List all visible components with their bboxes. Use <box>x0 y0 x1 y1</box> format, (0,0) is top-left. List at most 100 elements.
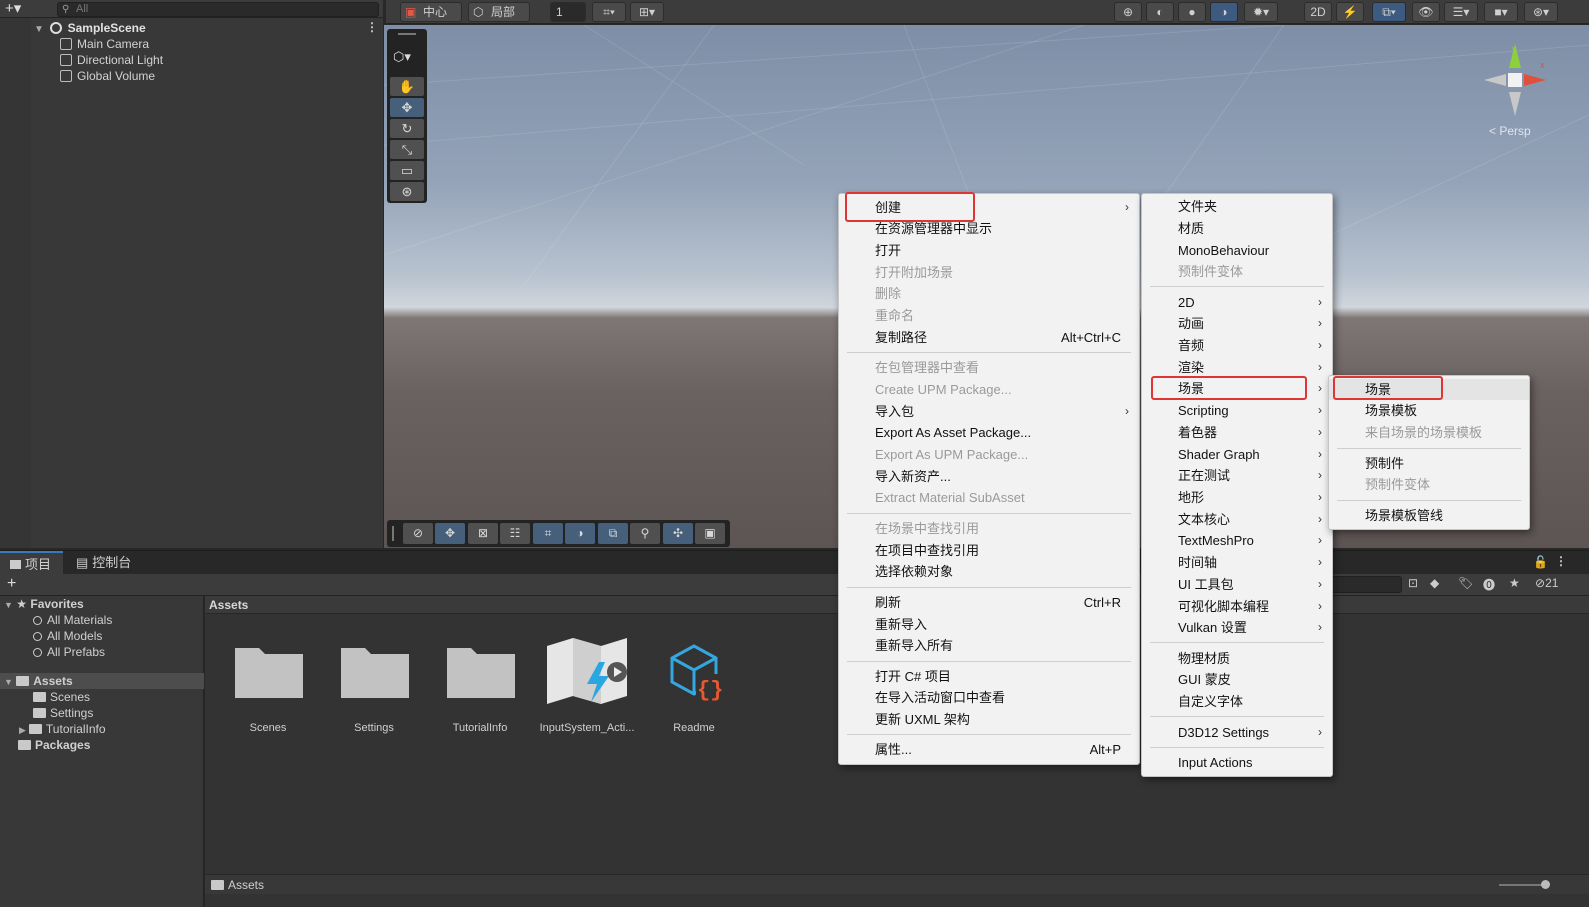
layers-stack-icon[interactable]: ⧉ <box>598 523 628 544</box>
create-item-item-18[interactable]: 可视化脚本编程 › <box>1142 596 1332 617</box>
menu-item-item-5[interactable]: 重命名 <box>839 305 1139 326</box>
filter-type-icon[interactable]: ◆ <box>1430 576 1439 590</box>
drag-handle-icon[interactable] <box>398 33 416 35</box>
create-item-item-6[interactable]: 音频 › <box>1142 335 1332 356</box>
create-item-item-3[interactable]: 预制件变体 <box>1142 261 1332 282</box>
space-dropdown[interactable]: ⬡ 局部▼ <box>468 2 530 36</box>
gizmos-icon[interactable]: ⊛▾ <box>1524 2 1558 22</box>
tab-project[interactable]: 项目 <box>0 551 64 575</box>
create-item-item-7[interactable]: 渲染 › <box>1142 357 1332 378</box>
shaded-icon[interactable]: ◑ <box>1210 2 1238 22</box>
menu-item-item-23[interactable]: 属性... Alt+P <box>839 739 1139 760</box>
create-item-item-20[interactable]: 物理材质 <box>1142 648 1332 669</box>
menu-item-export-as-upm-package[interactable]: Export As UPM Package... <box>839 444 1139 465</box>
menu-item-item-9[interactable]: 导入包 › <box>839 401 1139 422</box>
view-cube-dropdown-icon[interactable]: ⬡▾ <box>393 49 411 65</box>
menu-item-item-12[interactable]: 导入新资产... <box>839 466 1139 487</box>
effects-icon[interactable]: ⧉▾ <box>1372 2 1406 22</box>
layers-icon[interactable]: ☰▾ <box>1444 2 1478 22</box>
tab-console[interactable]: ▤ 控制台 <box>66 551 143 575</box>
create-item-input-actions[interactable]: Input Actions <box>1142 752 1332 773</box>
settings-sliders-icon[interactable]: ☷ <box>500 523 530 544</box>
create-item-gui[interactable]: GUI 蒙皮 <box>1142 669 1332 690</box>
search-icon[interactable]: ⚲ <box>630 523 660 544</box>
create-item-item-5[interactable]: 动画 › <box>1142 313 1332 334</box>
fav-all-materials[interactable]: All Materials <box>33 612 112 628</box>
menu-item-item-4[interactable]: 删除 <box>839 283 1139 304</box>
camera-icon[interactable]: ■▾ <box>1484 2 1518 22</box>
expand-arrow-icon[interactable]: ▼ <box>34 24 44 35</box>
move-snap-icon[interactable]: ✥ <box>435 523 465 544</box>
grid-size-input[interactable]: 1 <box>550 2 586 22</box>
2d-toggle-icon[interactable]: 2D <box>1304 2 1332 22</box>
create-item-item-22[interactable]: 自定义字体 <box>1142 691 1332 712</box>
favorites-row[interactable]: ▼ ★ Favorites <box>4 596 84 612</box>
scene-item-item-3[interactable]: 预制件 <box>1329 453 1529 474</box>
more-icon[interactable]: ⋮ <box>1555 554 1567 568</box>
expand-arrow-icon[interactable]: ▶ <box>19 725 26 735</box>
tree-folder-tutorialinfo[interactable]: ▶ TutorialInfo <box>19 721 106 737</box>
menu-item-item-3[interactable]: 打开附加场景 <box>839 262 1139 283</box>
fav-all-prefabs[interactable]: All Prefabs <box>33 644 105 660</box>
render-mode-icon[interactable]: ✹▾ <box>1244 2 1278 22</box>
rect-tool-icon[interactable]: ▭ <box>390 161 424 180</box>
create-item-shader-graph[interactable]: Shader Graph › <box>1142 444 1332 465</box>
create-item-scripting[interactable]: Scripting › <box>1142 400 1332 421</box>
increment-snap-icon[interactable]: ⊞▾ <box>630 2 664 22</box>
orientation-gizmo[interactable]: y x <box>1480 40 1550 120</box>
menu-item-item-7[interactable]: 在包管理器中查看 <box>839 357 1139 378</box>
scene-item-item-2[interactable]: 来自场景的场景模板 <box>1329 422 1529 443</box>
tree-folder-settings[interactable]: Settings <box>33 705 93 721</box>
menu-item-create-upm-package[interactable]: Create UPM Package... <box>839 379 1139 400</box>
create-item-2d[interactable]: 2D › <box>1142 292 1332 313</box>
scene-item-item-4[interactable]: 预制件变体 <box>1329 474 1529 495</box>
create-add-icon[interactable]: + <box>7 574 16 594</box>
create-item-item-1[interactable]: 材质 <box>1142 218 1332 239</box>
scene-menu-icon[interactable]: ⋮ <box>366 20 378 34</box>
create-item-vulkan[interactable]: Vulkan 设置 › <box>1142 617 1332 638</box>
assets-row[interactable]: ▼ Assets <box>0 673 204 689</box>
sky-icon[interactable]: ◑ <box>565 523 595 544</box>
create-item-monobehaviour[interactable]: MonoBehaviour <box>1142 240 1332 261</box>
grid-icon[interactable]: ⌗ <box>533 523 563 544</box>
menu-item-item-18[interactable]: 重新导入 <box>839 614 1139 635</box>
menu-item-item-6[interactable]: 复制路径 Alt+Ctrl+C <box>839 327 1139 348</box>
menu-item-export-as-asset-package[interactable]: Export As Asset Package... <box>839 422 1139 443</box>
menu-item-item-2[interactable]: 打开 <box>839 240 1139 261</box>
unlit-icon[interactable]: ● <box>1178 2 1206 22</box>
tree-folder-scenes[interactable]: Scenes <box>33 689 90 705</box>
rotate-tool-icon[interactable]: ↻ <box>390 119 424 138</box>
menu-item-item-14[interactable]: 在场景中查找引用 <box>839 518 1139 539</box>
tree-packages[interactable]: Packages <box>18 737 90 753</box>
probe-icon[interactable]: ⊠ <box>468 523 498 544</box>
menu-item-item-15[interactable]: 在项目中查找引用 <box>839 540 1139 561</box>
transform-tool-icon[interactable]: ⊛ <box>390 182 424 201</box>
warning-icon[interactable]: ⓿ <box>1483 576 1495 593</box>
lighting-toggle-icon[interactable]: ⚡ <box>1336 2 1364 22</box>
search-by-type-icon[interactable]: ⊡ <box>1408 576 1418 590</box>
hidden-packages-icon[interactable]: ⊘21 <box>1535 576 1558 590</box>
create-item-item-12[interactable]: 正在测试 › <box>1142 465 1332 486</box>
menu-item-item-17[interactable]: 刷新 Ctrl+R <box>839 592 1139 613</box>
create-item-item-10[interactable]: 着色器 › <box>1142 422 1332 443</box>
projection-label[interactable]: < Persp <box>1489 124 1531 138</box>
menu-item-item-16[interactable]: 选择依赖对象 <box>839 561 1139 582</box>
menu-item-c[interactable]: 打开 C# 项目 <box>839 666 1139 687</box>
scale-tool-icon[interactable]: ⤡ <box>390 140 424 159</box>
fav-all-models[interactable]: All Models <box>33 628 102 644</box>
menu-item-extract-material-subasset[interactable]: Extract Material SubAsset <box>839 487 1139 508</box>
drag-handle-icon[interactable] <box>392 526 394 541</box>
pivot-move-icon[interactable]: ✣ <box>663 523 693 544</box>
lock-icon[interactable]: 🔓 <box>1533 555 1548 569</box>
menu-item-uxml[interactable]: 更新 UXML 架构 <box>839 709 1139 730</box>
create-item-item-0[interactable]: 文件夹 <box>1142 196 1332 217</box>
zoom-slider-thumb[interactable] <box>1541 880 1550 889</box>
create-item-d3d12-settings[interactable]: D3D12 Settings › <box>1142 722 1332 743</box>
create-item-textmeshpro[interactable]: TextMeshPro › <box>1142 530 1332 551</box>
favorite-star-icon[interactable]: ★ <box>1509 576 1520 590</box>
pivot-dropdown[interactable]: ▣ 中心▼ <box>400 2 462 36</box>
add-icon[interactable]: +▾ <box>5 0 21 17</box>
navigate-icon[interactable]: ⊘ <box>403 523 433 544</box>
hierarchy-item-global-volume[interactable]: Global Volume <box>60 68 155 84</box>
create-item-item-14[interactable]: 文本核心 › <box>1142 509 1332 530</box>
